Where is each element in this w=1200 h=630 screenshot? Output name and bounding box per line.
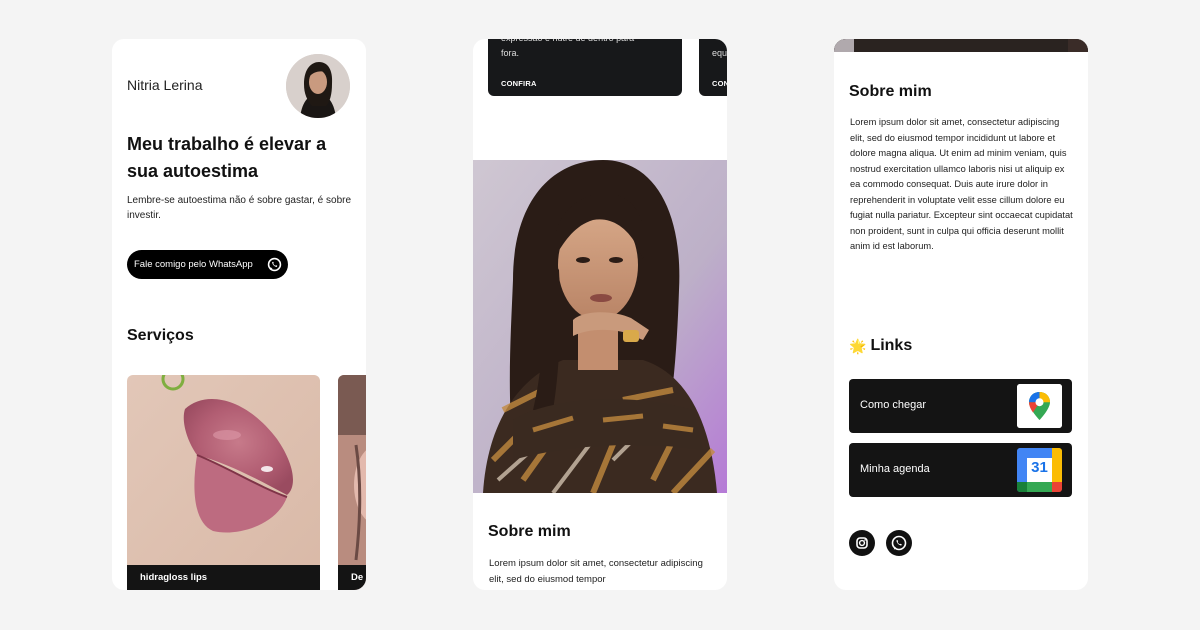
whatsapp-contact-button[interactable]: Fale comigo pelo WhatsApp (127, 250, 288, 279)
about-title: Sobre mim (849, 83, 932, 100)
about-text: Lorem ipsum dolor sit amet, consectetur … (489, 558, 703, 585)
profile-card-portrait: expressão e nutre de dentro para fora. C… (473, 39, 727, 590)
avatar (286, 54, 350, 118)
services-title: Serviços (127, 327, 194, 344)
portrait-photo (473, 160, 727, 493)
whatsapp-button-label: Fale comigo pelo WhatsApp (134, 259, 253, 270)
about-text: Lorem ipsum dolor sit amet, consectetur … (850, 117, 1073, 251)
links-title: 🌟 Links (849, 337, 912, 355)
profile-card-links: Sobre mim Lorem ipsum dolor sit amet, co… (834, 39, 1088, 590)
link-label: Como chegar (860, 399, 927, 411)
service-card[interactable]: hidragloss lips (127, 375, 320, 590)
google-maps-icon (1017, 384, 1062, 428)
link-label: Minha agenda (860, 463, 930, 475)
service-label: hidragloss lips (127, 565, 320, 590)
service-description: equ (712, 48, 727, 58)
whatsapp-icon (267, 257, 282, 272)
headline: Meu trabalho é elevar a sua autoestima (127, 134, 327, 181)
service-image-lips (127, 375, 320, 590)
calendar-day: 31 (1031, 459, 1048, 476)
confira-link[interactable]: CONFIRA (501, 79, 537, 88)
links-title-text: Links (870, 337, 913, 354)
link-minha-agenda[interactable]: Minha agenda 31 (849, 443, 1072, 497)
service-detail-card[interactable]: expressão e nutre de dentro para fora. C… (488, 39, 682, 96)
confira-link[interactable]: CON (712, 79, 727, 88)
service-description: expressão e nutre de dentro para fora. (501, 39, 634, 58)
profile-name: Nitria Lerina (127, 77, 203, 93)
star-emoji-icon: 🌟 (849, 337, 867, 354)
profile-card-intro: Nitria Lerina Meu trabalho é elevar a su… (112, 39, 366, 590)
about-title: Sobre mim (488, 523, 571, 540)
service-card[interactable]: De (338, 375, 366, 590)
link-como-chegar[interactable]: Como chegar (849, 379, 1072, 433)
service-detail-card[interactable]: equ CON (699, 39, 727, 96)
instagram-icon[interactable] (849, 530, 875, 556)
google-calendar-icon: 31 (1017, 448, 1062, 492)
portrait-photo-edge (834, 39, 1088, 52)
service-image (338, 375, 366, 590)
subtitle: Lembre-se autoestima não é sobre gastar,… (127, 195, 352, 221)
service-label: De (338, 565, 366, 590)
whatsapp-icon[interactable] (886, 530, 912, 556)
